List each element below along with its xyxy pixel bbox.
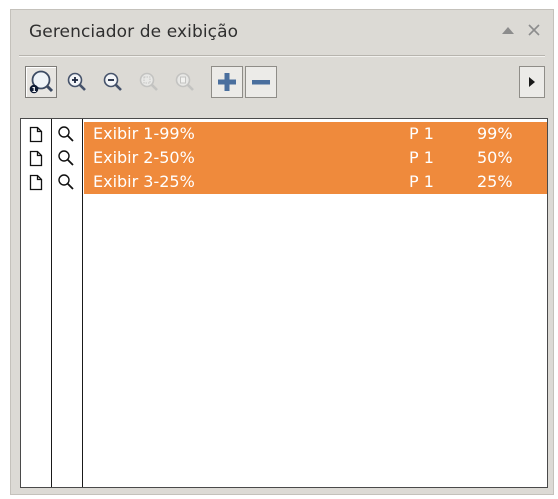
- titlebar-divider: [19, 55, 545, 57]
- panel-titlebar: Gerenciador de exibição: [11, 10, 553, 52]
- view-row[interactable]: Exibir 2-50% P 1 50%: [21, 146, 547, 170]
- view-manager-panel: Gerenciador de exibição 1 Exibir 1-99% P…: [10, 9, 554, 495]
- zoom-to-page-icon: [175, 72, 194, 91]
- svg-text:1: 1: [32, 86, 37, 94]
- views-list: Exibir 1-99% P 1 99% Exibir 2-50% P 1 50…: [20, 118, 548, 488]
- remove-view-icon: [252, 80, 270, 85]
- view-page: P 1: [409, 172, 434, 191]
- view-name: Exibir 2-50%: [93, 148, 195, 167]
- view-page: P 1: [409, 148, 434, 167]
- view-name: Exibir 1-99%: [93, 124, 195, 143]
- zoom-one-shot-button[interactable]: 1: [25, 66, 57, 98]
- view-name: Exibir 3-25%: [93, 172, 195, 191]
- zoom-in-icon: [67, 72, 86, 91]
- toolbar: 1: [11, 60, 553, 104]
- add-view-icon: [218, 73, 236, 91]
- magnifier-icon: [58, 150, 74, 166]
- page-icon: [29, 174, 43, 190]
- zoom-to-page-button[interactable]: [169, 66, 201, 98]
- view-row[interactable]: Exibir 3-25% P 1 25%: [21, 170, 547, 194]
- remove-view-button[interactable]: [245, 66, 277, 98]
- view-page: P 1: [409, 124, 434, 143]
- collapse-button[interactable]: [497, 18, 519, 42]
- zoom-out-icon: [103, 72, 122, 91]
- view-zoom: 99%: [477, 124, 513, 143]
- magnifier-toggle-button[interactable]: [54, 170, 78, 194]
- view-row[interactable]: Exibir 1-99% P 1 99%: [21, 122, 547, 146]
- magnifier-toggle-button[interactable]: [54, 122, 78, 146]
- view-zoom: 25%: [477, 172, 513, 191]
- close-button[interactable]: [523, 18, 545, 42]
- close-icon: [528, 24, 540, 36]
- page-icon: [29, 126, 43, 142]
- zoom-selected-button[interactable]: [133, 66, 165, 98]
- flyout-menu-button[interactable]: [519, 66, 545, 98]
- magnifier-icon: [58, 174, 74, 190]
- zoom-in-button[interactable]: [61, 66, 93, 98]
- triangle-up-icon: [502, 27, 514, 34]
- panel-title: Gerenciador de exibição: [29, 22, 239, 42]
- zoom-one-shot-icon: 1: [29, 70, 54, 94]
- add-view-button[interactable]: [211, 66, 243, 98]
- magnifier-icon: [58, 126, 74, 142]
- page-toggle-button[interactable]: [24, 170, 48, 194]
- zoom-out-button[interactable]: [97, 66, 129, 98]
- magnifier-toggle-button[interactable]: [54, 146, 78, 170]
- page-toggle-button[interactable]: [24, 146, 48, 170]
- zoom-selected-icon: [139, 72, 158, 91]
- page-icon: [29, 150, 43, 166]
- view-zoom: 50%: [477, 148, 513, 167]
- page-toggle-button[interactable]: [24, 122, 48, 146]
- triangle-right-icon: [529, 77, 535, 87]
